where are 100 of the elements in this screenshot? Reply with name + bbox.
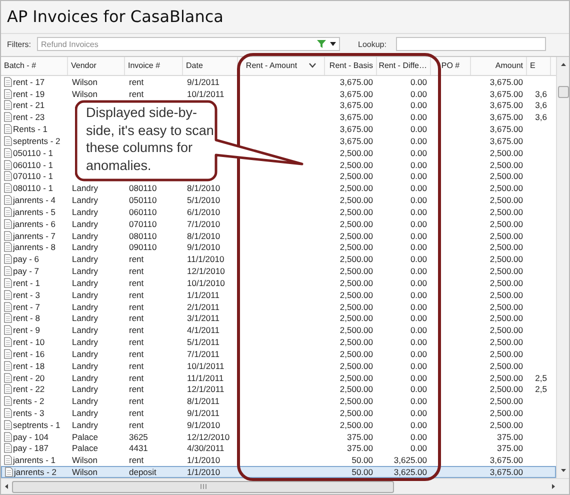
table-cell: janrents - 1 [13,455,56,466]
column-header[interactable]: E [527,57,551,75]
table-cell: 0.00 [410,218,427,229]
table-cell: 3,675.00 [340,76,373,87]
column-header[interactable]: Amount [471,57,527,75]
table-cell: septrents - 2 [13,136,60,146]
lookup-field[interactable] [396,37,546,51]
table-cell: 10/1/2011 [187,88,224,99]
table-cell: rent [129,396,144,406]
table-cell: 3,675.00 [490,112,523,122]
table-cell: 0.00 [410,160,427,170]
table-cell: 0.00 [410,325,427,336]
table-cell: Landry [72,278,98,288]
table-cell: 060110 [129,206,157,217]
up-arrow-icon [560,63,566,66]
file-icon [4,254,12,264]
table-cell: 2,500.00 [340,195,373,206]
column-header[interactable]: Date [183,57,238,75]
table-cell: rent [129,337,144,348]
table-cell: 3625 [129,432,148,442]
vertical-scrollbar[interactable] [556,57,569,478]
table-cell: 0.00 [410,443,427,454]
filter-dropdown[interactable]: Refund Invoices [37,37,340,51]
table-cell: 3,675.00 [340,112,373,122]
column-header[interactable]: Rent - Diffe… [377,57,431,75]
table-cell: pay - 104 [13,432,48,442]
table-cell: 0.00 [410,76,427,87]
table-cell: 0.00 [410,266,427,276]
table-cell: rent - 10 [13,337,45,348]
table-cell: 4431 [129,443,148,454]
table-cell: 2,500.00 [340,384,373,394]
table-cell: 2,500.00 [340,183,373,194]
column-header[interactable]: Rent - Basis [325,57,377,75]
scroll-thumb[interactable] [12,480,394,492]
table-cell: 2,500.00 [490,313,523,324]
table-cell: 0.00 [410,242,427,252]
table-cell: 7/1/2011 [187,348,220,359]
table-cell: 10/1/2011 [187,360,224,371]
table-cell: rents - 2 [13,396,44,406]
column-header[interactable]: Vendor [68,57,125,75]
column-header[interactable]: Batch - # [1,57,68,75]
table-cell: 1/1/2010 [187,467,220,478]
table-cell: 1/1/2010 [187,455,220,466]
table-cell: janrents - 7 [13,230,56,241]
column-header[interactable]: PO # [431,57,471,75]
table-cell: Landry [72,384,98,394]
file-icon [4,420,12,430]
table-cell: Landry [72,396,98,406]
table-cell: 12/1/2011 [187,384,224,394]
table-cell: 2,500.00 [340,360,373,371]
table-cell: 0.00 [410,384,427,394]
table-cell: 4/30/2011 [187,443,224,454]
table-cell: Landry [72,290,98,300]
table-cell: 3,675.00 [490,88,523,99]
file-icon [4,148,12,158]
scroll-thumb[interactable] [558,86,568,98]
table-cell: 050110 - 1 [13,148,54,158]
selected-row[interactable]: janrents - 2 Wilson deposit 1/1/2010 50.00 3,625.00 3,675.00 [1,466,556,478]
table-cell: 0.00 [410,100,427,110]
table-cell: pay - 6 [13,254,39,264]
table-cell: 2,500.00 [490,372,523,383]
table-cell: 3,625.00 [394,467,427,478]
table-cell: 3,675.00 [340,88,373,99]
table-cell: Landry [72,242,98,252]
table-cell: 3,675.00 [340,124,373,134]
table-cell: Wilson [72,467,98,478]
table-cell: 50.00 [352,455,373,466]
table-cell: 080110 [129,183,157,194]
table-cell: Landry [72,254,98,264]
table-cell: rent [129,455,144,466]
left-arrow-icon [5,484,8,489]
table-cell: 2,500.00 [340,325,373,336]
table-cell: Landry [72,230,98,241]
table-cell: Landry [72,313,98,324]
column-header[interactable]: Invoice # [125,57,183,75]
table-cell: 0.00 [410,408,427,418]
horizontal-scrollbar[interactable] [1,478,569,494]
table-cell: 12/1/2010 [187,266,225,276]
table-cell: 2,500.00 [490,348,523,359]
table-cell: Landry [72,302,98,312]
table-cell: 2,500.00 [490,278,523,288]
table-cell: Landry [72,408,98,418]
table-cell: Wilson [72,455,98,466]
table-cell: 2,500.00 [490,242,523,252]
table-cell: 8/1/2010 [187,230,220,241]
table-cell: rent [129,420,144,430]
table-cell: 2,500.00 [490,302,523,312]
table-cell: 9/1/2011 [187,76,220,87]
table-cell: 0.00 [410,432,427,442]
table-cell: 3,675.00 [490,455,523,466]
table-cell: 2,500.00 [340,313,373,324]
table-cell: 3,675.00 [490,100,523,110]
table-cell: 0.00 [410,302,427,312]
table-cell: 2,500.00 [340,160,373,170]
table-cell: rent - 1 [13,278,40,288]
table-cell: 0.00 [410,183,427,194]
table-cell: 7/1/2010 [187,218,220,229]
table-cell: rent [129,290,144,300]
table-cell: 2,500.00 [490,360,523,371]
column-header[interactable]: Rent - Amount [238,57,325,75]
